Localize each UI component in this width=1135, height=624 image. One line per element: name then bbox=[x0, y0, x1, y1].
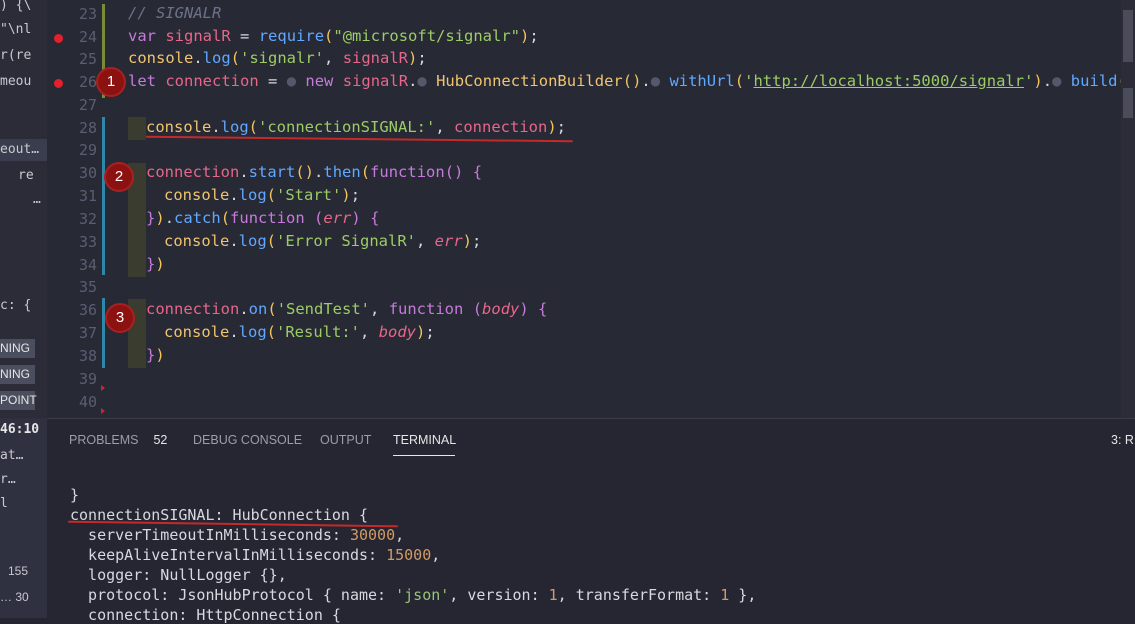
line-number: 32 bbox=[78, 210, 97, 228]
code-line: }) bbox=[146, 255, 165, 273]
line-number: 34 bbox=[78, 256, 97, 274]
status-badge[interactable]: POINT bbox=[0, 391, 37, 410]
tab-output[interactable]: OUTPUT bbox=[320, 433, 371, 447]
line-number: 36 bbox=[78, 301, 97, 319]
snippet-text: meou bbox=[0, 74, 32, 89]
snippet-text: … bbox=[33, 192, 41, 207]
snippet-text: r(re bbox=[0, 48, 32, 63]
fold-marker-icon[interactable] bbox=[101, 408, 105, 414]
terminal-line: connection: HttpConnection { bbox=[70, 606, 341, 624]
terminal-line: } bbox=[70, 486, 80, 504]
terminal-selector[interactable]: 3: R bbox=[1111, 433, 1134, 447]
annotation-underline bbox=[146, 135, 573, 143]
line-number: 37 bbox=[78, 324, 97, 342]
code-line: connection.on('SendTest', function (body… bbox=[146, 300, 548, 318]
status-badge[interactable]: NING bbox=[0, 339, 35, 358]
terminal-line: keepAliveIntervalInMilliseconds: 15000, bbox=[70, 546, 441, 564]
code-line: connection.start().then(function() { bbox=[146, 163, 483, 181]
snippet-text: re bbox=[18, 168, 34, 183]
code-line: console.log('Error SignalR', err); bbox=[164, 232, 482, 250]
editor-scrollbar[interactable] bbox=[1121, 0, 1135, 418]
git-added-bar bbox=[102, 117, 105, 275]
snippet-text: c: { bbox=[0, 298, 32, 313]
breakpoint-icon[interactable] bbox=[54, 34, 63, 43]
annotation-marker: 3 bbox=[107, 305, 133, 331]
tab-problems[interactable]: PROBLEMS 52 bbox=[69, 433, 167, 447]
line-number: 33 bbox=[78, 233, 97, 251]
bottom-panel: PROBLEMS 52 DEBUG CONSOLE OUTPUT TERMINAL… bbox=[47, 418, 1135, 624]
snippet-text: … 30 bbox=[0, 590, 29, 604]
line-number: 27 bbox=[78, 96, 97, 114]
code-line: console.log('Start'); bbox=[164, 186, 361, 204]
tab-label: PROBLEMS bbox=[69, 433, 139, 447]
indent-guide bbox=[128, 299, 146, 368]
snippet-text: ) {\ bbox=[0, 0, 32, 13]
tab-debug-console[interactable]: DEBUG CONSOLE bbox=[193, 433, 302, 447]
snippet-text: "\nl bbox=[0, 22, 32, 37]
code-editor[interactable]: 23 24 25 26 27 28 29 30 31 32 33 34 35 3… bbox=[47, 0, 1121, 418]
code-line: }).catch(function (err) { bbox=[146, 209, 380, 227]
code-line: var signalR = require("@microsoft/signal… bbox=[128, 27, 539, 45]
line-number: 38 bbox=[78, 347, 97, 365]
left-sidebar-strip: ) {\ "\nl r(re meou eout… re … c: { NING… bbox=[0, 0, 48, 618]
indent-guide bbox=[128, 117, 146, 140]
scrollbar-thumb[interactable] bbox=[1123, 88, 1133, 118]
snippet-text: l bbox=[0, 496, 8, 511]
annotation-marker: 1 bbox=[98, 69, 124, 95]
tab-terminal[interactable]: TERMINAL bbox=[393, 433, 456, 447]
terminal-line: protocol: JsonHubProtocol { name: 'json'… bbox=[70, 586, 757, 604]
line-number: 35 bbox=[78, 278, 97, 296]
problems-count-badge: 52 bbox=[153, 433, 168, 447]
code-line: let connection = ● new signalR.● HubConn… bbox=[128, 72, 1121, 90]
code-line: console.log('Result:', body); bbox=[164, 323, 435, 341]
line-number: 40 bbox=[78, 393, 97, 411]
snippet-text: at… bbox=[0, 448, 24, 463]
line-number: 39 bbox=[78, 370, 97, 388]
line-number: 30 bbox=[78, 164, 97, 182]
line-number: 25 bbox=[78, 50, 97, 68]
git-added-bar bbox=[102, 298, 105, 368]
code-line: // SIGNALR bbox=[128, 4, 222, 22]
terminal-line: logger: NullLogger {}, bbox=[70, 566, 287, 584]
line-number: 31 bbox=[78, 187, 97, 205]
breakpoint-icon[interactable] bbox=[54, 79, 63, 88]
scrollbar-thumb[interactable] bbox=[1123, 10, 1133, 62]
line-number: 29 bbox=[78, 141, 97, 159]
snippet-text: 46:10 bbox=[0, 422, 40, 437]
fold-marker-icon[interactable] bbox=[101, 385, 105, 391]
terminal-line: serverTimeoutInMilliseconds: 30000, bbox=[70, 526, 405, 544]
status-badge[interactable]: NING bbox=[0, 365, 35, 384]
code-line: }) bbox=[146, 346, 165, 364]
active-tab-indicator bbox=[393, 455, 455, 456]
line-number: 28 bbox=[78, 119, 97, 137]
annotation-marker: 2 bbox=[106, 164, 132, 190]
snippet-text: 155 bbox=[8, 564, 29, 578]
code-line: console.log('connectionSIGNAL:', connect… bbox=[146, 118, 567, 136]
code-line: console.log('signalr', signalR); bbox=[128, 49, 427, 67]
snippet-text: eout… bbox=[0, 142, 40, 157]
snippet-text: r… bbox=[0, 472, 16, 487]
line-number: 23 bbox=[78, 5, 97, 23]
